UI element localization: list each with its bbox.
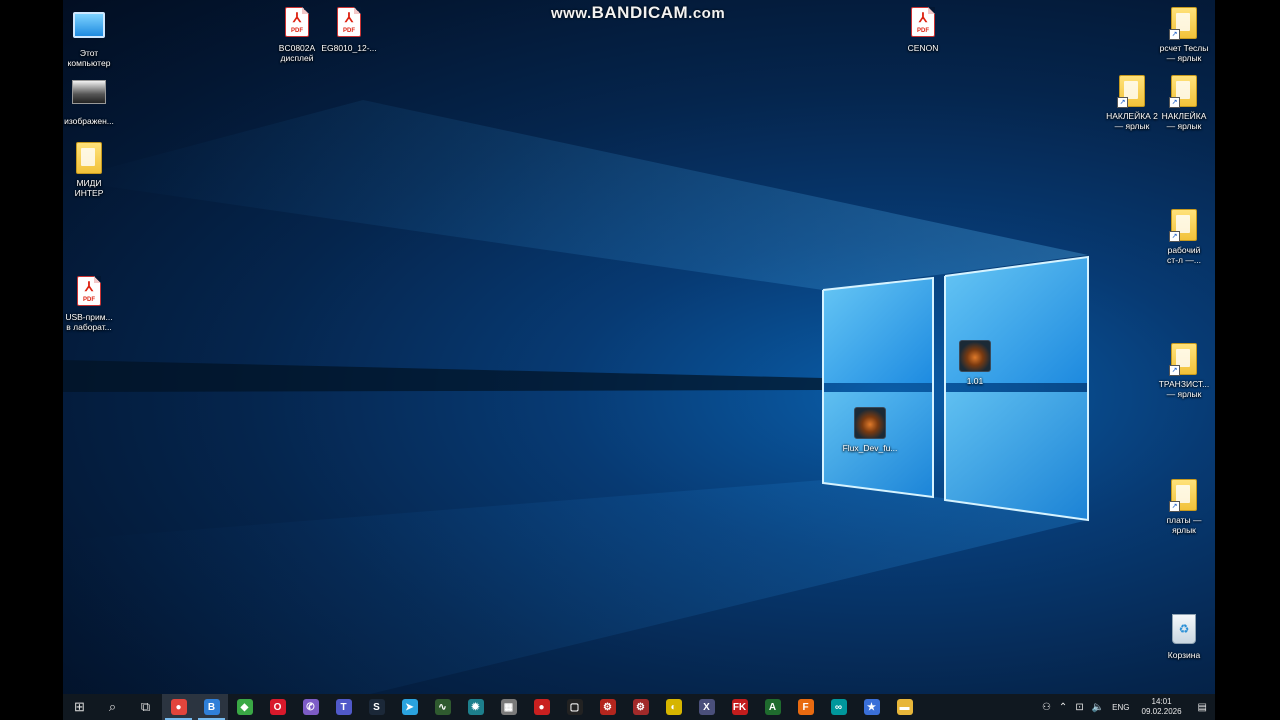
excel-like-icon: X	[698, 699, 715, 715]
desktop-icon-images[interactable]: изображен...	[63, 74, 126, 126]
record-icon: ●	[533, 699, 550, 715]
a-app-icon: A	[764, 699, 781, 715]
people-icon[interactable]: ⚇	[1038, 702, 1055, 713]
taskbar: ⊞ ⌕ ⧉ ● B ◆ O ✆ T S ➤ ∿ ✹ ▦ ● ▢ ⚙ ⚙ ◐ X FK A F ∞ ★ ▬ ⚇ ⌃ ⊡ 🔈 ENG …	[63, 694, 1215, 720]
volume-icon[interactable]: 🔈	[1088, 702, 1108, 713]
board-app-icon: ⚙	[632, 699, 649, 715]
taskbar-button-task-view[interactable]: ⧉	[129, 694, 162, 720]
flux-app-icon	[854, 407, 886, 439]
desktop-icon-usb-pdf[interactable]: ⅄ PDF USB-прим... в лаборат...	[63, 274, 126, 332]
clock-date: 09.02.2026	[1141, 707, 1182, 716]
desktop-icon-tesla[interactable]: ↗ рсчет Теслы — ярлык	[1147, 6, 1215, 63]
taskbar-button-viber[interactable]: ✆	[294, 694, 327, 720]
explorer-icon: ▬	[896, 699, 913, 715]
fk-app-icon: FK	[731, 699, 748, 715]
game-app-icon	[959, 340, 991, 372]
star-app-icon: ★	[863, 699, 880, 715]
desktop-icon-game[interactable]: 1.01	[938, 340, 1012, 386]
taskbar-button-search[interactable]: ⌕	[96, 694, 129, 720]
scope-icon: ∿	[434, 699, 451, 715]
bitrix-icon: B	[203, 699, 220, 715]
pdf-icon: ⅄ PDF	[77, 276, 101, 306]
chrome-icon: ●	[170, 699, 187, 715]
task-view-icon: ⧉	[140, 699, 151, 714]
opera-icon: O	[269, 699, 286, 715]
folder-shortcut-icon: ↗	[1169, 343, 1197, 376]
taskbar-button-window-app[interactable]: ▢	[558, 694, 591, 720]
system-tray: ⚇ ⌃ ⊡ 🔈 ENG 14:01 09.02.2026 ▤	[1038, 694, 1215, 720]
wallpaper	[63, 100, 1089, 720]
taskbar-button-gear-app[interactable]: ✹	[459, 694, 492, 720]
taskbar-button-start[interactable]: ⊞	[63, 694, 96, 720]
calc-app-icon: ▦	[500, 699, 517, 715]
network-icon[interactable]: ⊡	[1071, 702, 1087, 713]
desktop-icon-recycle-bin[interactable]: Корзина	[1147, 612, 1215, 660]
recycle-bin-icon	[1172, 614, 1196, 644]
computer-icon	[73, 12, 105, 38]
taskbar-button-chip-app[interactable]: ⚙	[591, 694, 624, 720]
clock[interactable]: 14:01 09.02.2026	[1134, 697, 1190, 717]
pdf-icon: ⅄ PDF	[337, 7, 361, 37]
taskbar-button-excel-like[interactable]: X	[690, 694, 723, 720]
bandicam-watermark: www.BANDICAM.com	[551, 3, 726, 22]
start-icon: ⊞	[74, 699, 85, 714]
taskbar-button-f-app[interactable]: F	[789, 694, 822, 720]
taskbar-button-chrome[interactable]: ●	[162, 694, 195, 720]
taskbar-button-scope[interactable]: ∿	[426, 694, 459, 720]
desktop-icon-midi[interactable]: МИДИ ИНТЕР	[63, 141, 126, 198]
folder-icon	[76, 142, 102, 174]
chip-app-icon: ⚙	[599, 699, 616, 715]
language-indicator[interactable]: ENG	[1108, 703, 1133, 712]
desktop[interactable]: www.BANDICAM.com Этот компьютер изображе…	[63, 0, 1215, 720]
desktop-icon-this-pc[interactable]: Этот компьютер	[63, 6, 126, 68]
desktop-icon-cenon[interactable]: ⅄ PDF CENON	[886, 5, 960, 53]
desktop-icon-eg8010[interactable]: ⅄ PDF EG8010_12-...	[312, 5, 386, 53]
viber-icon: ✆	[302, 699, 319, 715]
desktop-icon-boards[interactable]: ↗ платы — ярлык	[1147, 478, 1215, 535]
desktop-icon-work[interactable]: ↗ рабочий ст-л —...	[1147, 208, 1215, 265]
taskbar-button-green-app[interactable]: ◆	[228, 694, 261, 720]
taskbar-button-fk-app[interactable]: FK	[723, 694, 756, 720]
search-icon: ⌕	[108, 699, 117, 714]
taskbar-button-arduino[interactable]: ∞	[822, 694, 855, 720]
folder-shortcut-icon: ↗	[1169, 209, 1197, 242]
folder-shortcut-icon: ↗	[1169, 75, 1197, 108]
chevron-up-icon[interactable]: ⌃	[1055, 702, 1071, 713]
pdf-icon: ⅄ PDF	[285, 7, 309, 37]
folder-shortcut-icon: ↗	[1169, 7, 1197, 40]
taskbar-button-board-app[interactable]: ⚙	[624, 694, 657, 720]
taskbar-apps: ⊞ ⌕ ⧉ ● B ◆ O ✆ T S ➤ ∿ ✹ ▦ ● ▢ ⚙ ⚙ ◐ X FK A F ∞ ★ ▬	[63, 694, 921, 720]
folder-shortcut-icon: ↗	[1169, 479, 1197, 512]
gear-app-icon: ✹	[467, 699, 484, 715]
steam-icon: S	[368, 699, 385, 715]
clock-time: 14:01	[1151, 697, 1172, 706]
desktop-icon-flux[interactable]: Flux_Dev_fu...	[833, 407, 907, 453]
window-app-icon: ▢	[566, 699, 583, 715]
taskbar-button-bitrix[interactable]: B	[195, 694, 228, 720]
pdf-icon: ⅄ PDF	[911, 7, 935, 37]
telegram-icon: ➤	[401, 699, 418, 715]
taskbar-button-steam[interactable]: S	[360, 694, 393, 720]
f-app-icon: F	[797, 699, 814, 715]
taskbar-button-telegram[interactable]: ➤	[393, 694, 426, 720]
green-app-icon: ◆	[236, 699, 253, 715]
arduino-icon: ∞	[830, 699, 847, 715]
taskbar-button-calc-app[interactable]: ▦	[492, 694, 525, 720]
image-thumbnail-icon	[72, 80, 106, 104]
desktop-icon-naklejka[interactable]: ↗ НАКЛЕЙКА — ярлык	[1147, 74, 1215, 131]
taskbar-button-teams[interactable]: T	[327, 694, 360, 720]
notifications-icon[interactable]: ▤	[1190, 702, 1215, 713]
taskbar-button-opera[interactable]: O	[261, 694, 294, 720]
teams-icon: T	[335, 699, 352, 715]
taskbar-button-star-app[interactable]: ★	[855, 694, 888, 720]
taskbar-button-yellow-app[interactable]: ◐	[657, 694, 690, 720]
yellow-app-icon: ◐	[665, 699, 682, 715]
desktop-icon-transistor[interactable]: ↗ ТРАНЗИСТ... — ярлык	[1147, 342, 1215, 399]
taskbar-button-record[interactable]: ●	[525, 694, 558, 720]
taskbar-button-a-app[interactable]: A	[756, 694, 789, 720]
folder-shortcut-icon: ↗	[1117, 75, 1145, 108]
taskbar-button-explorer[interactable]: ▬	[888, 694, 921, 720]
